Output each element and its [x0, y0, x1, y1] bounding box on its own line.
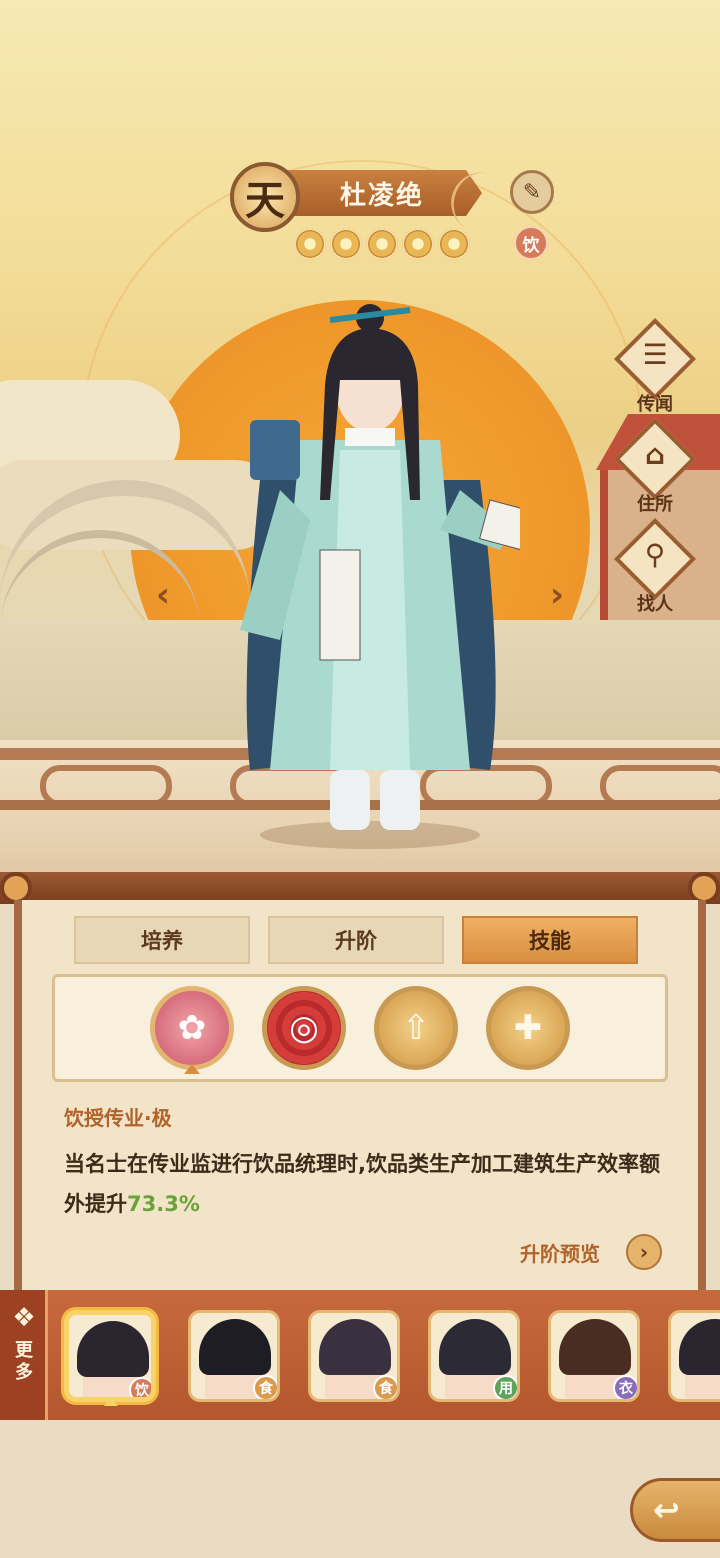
more-button[interactable]: ❖ 更多	[0, 1290, 48, 1420]
rumors-label: 传闻	[637, 394, 673, 415]
tab-cultivate[interactable]: 培养	[74, 916, 250, 964]
skill-row	[52, 974, 668, 1082]
selected-skill-pointer	[184, 1064, 200, 1074]
roster-card[interactable]	[668, 1310, 720, 1402]
promote-preview-label[interactable]: 升阶预览	[520, 1238, 600, 1267]
roster-card[interactable]: 食	[308, 1310, 400, 1402]
category-tag: 饮	[129, 1377, 151, 1397]
roster-card[interactable]: 饮	[64, 1310, 156, 1402]
star-icon	[438, 228, 470, 260]
search-person-icon: ⚲	[644, 538, 666, 571]
rumors-button[interactable]: ☰ 传闻	[613, 317, 697, 420]
star-icon	[366, 228, 398, 260]
selected-card-pointer	[104, 1398, 118, 1406]
category-badge: 饮	[514, 226, 548, 260]
roster-card[interactable]: 衣	[548, 1310, 640, 1402]
drink-skill-icon[interactable]: ✿	[150, 986, 234, 1070]
tab-skills[interactable]: 技能	[462, 916, 638, 964]
tab-promote[interactable]: 升阶	[268, 916, 444, 964]
next-character-button[interactable]: ›	[540, 578, 574, 612]
building-plus-icon[interactable]: ✚	[486, 986, 570, 1070]
skill-description: 当名士在传业监进行饮品统理时,饮品类生产加工建筑生产效率额外提升73.3%	[64, 1144, 664, 1224]
house-icon: ⌂	[644, 438, 666, 471]
prev-character-button[interactable]: ‹	[146, 578, 180, 612]
star-icon	[402, 228, 434, 260]
category-tag: 食	[253, 1375, 277, 1399]
chevron-right-icon[interactable]: ›	[626, 1234, 662, 1270]
scroll-icon: ☰	[642, 338, 668, 371]
skill-value: 73.3%	[127, 1192, 200, 1216]
skill-title: 饮授传业·极	[64, 1106, 172, 1130]
building-up-icon[interactable]: ⇧	[374, 986, 458, 1070]
roster-card[interactable]: 用	[428, 1310, 520, 1402]
back-icon[interactable]: ↩	[630, 1478, 720, 1542]
find-person-label: 找人	[637, 594, 673, 615]
brush-icon[interactable]: ✎	[510, 170, 554, 214]
residence-label: 住所	[637, 494, 673, 515]
category-tag: 用	[493, 1375, 517, 1399]
target-skill-icon[interactable]: ◎	[262, 986, 346, 1070]
star-icon	[294, 228, 326, 260]
category-tag: 食	[373, 1375, 397, 1399]
diamond-cluster-icon: ❖	[12, 1303, 36, 1333]
residence-button[interactable]: ⌂ 住所	[613, 417, 697, 520]
rank-badge: 天	[230, 162, 300, 232]
find-person-button[interactable]: ⚲ 找人	[613, 517, 697, 620]
category-tag: 衣	[613, 1375, 637, 1399]
character-portrait	[240, 304, 520, 849]
bottom-area	[0, 1420, 720, 1558]
more-label: 更多	[15, 1340, 33, 1383]
roster-card[interactable]: 食	[188, 1310, 280, 1402]
star-rating	[294, 228, 470, 260]
star-icon	[330, 228, 362, 260]
